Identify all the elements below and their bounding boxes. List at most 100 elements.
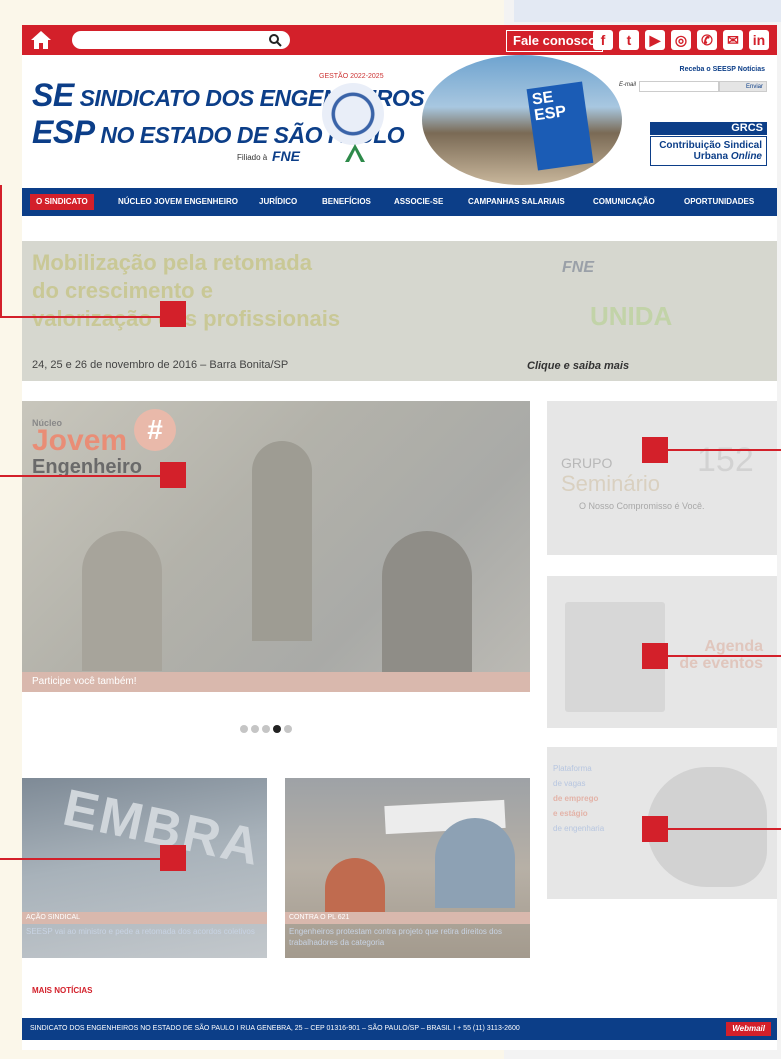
- banner-title-l1: Mobilização pela retomada: [32, 250, 312, 275]
- vagas-text: Plataforma de vagas de emprego e estágio…: [553, 761, 604, 836]
- annotation-marker: [160, 301, 186, 327]
- event-banner[interactable]: Mobilização pela retomada do crescimento…: [22, 241, 777, 381]
- webmail-button[interactable]: Webmail: [726, 1022, 771, 1036]
- send-button[interactable]: Enviar: [719, 81, 767, 92]
- page-background-right: [514, 0, 781, 22]
- grcs-line1: Contribuição Sindical: [659, 140, 762, 151]
- annotation-marker: [160, 845, 186, 871]
- vagas-l1: Plataforma: [553, 764, 592, 773]
- annotation-line: [0, 185, 2, 317]
- annotation-marker: [642, 816, 668, 842]
- logo-se: SE: [32, 77, 74, 113]
- news-image-figure: [325, 858, 385, 913]
- whatsapp-icon[interactable]: ✆: [697, 30, 717, 50]
- banner-title: Mobilização pela retomada do crescimento…: [32, 249, 340, 333]
- email-icon[interactable]: ✉: [723, 30, 743, 50]
- agenda-l2: de eventos: [679, 655, 763, 672]
- gestao-label: GESTÃO 2022-2025: [319, 73, 384, 80]
- annotation-marker: [642, 643, 668, 669]
- hero-jovem: Jovem: [32, 424, 128, 457]
- annotation-line: [0, 316, 162, 318]
- news-card[interactable]: EMBRA AÇÃO SINDICAL SEESP vai ao ministr…: [22, 778, 267, 958]
- news-headline[interactable]: Engenheiros protestam contra projeto que…: [289, 926, 524, 948]
- carousel-dot-active[interactable]: [273, 725, 281, 733]
- nav-item-associe[interactable]: ASSOCIE-SE: [394, 188, 443, 216]
- nav-item-sindicato[interactable]: O SINDICATO: [30, 194, 94, 210]
- hero-figure: [82, 531, 162, 671]
- seminario-number: 152: [697, 441, 754, 479]
- contact-button[interactable]: Fale conosco: [506, 30, 604, 52]
- cntu-logo[interactable]: [344, 143, 366, 163]
- hero-carousel[interactable]: # Núcleo Jovem Engenheiro Participe você…: [22, 401, 530, 692]
- linkedin-icon[interactable]: in: [749, 30, 769, 50]
- annotation-marker: [642, 437, 668, 463]
- footer-address: SINDICATO DOS ENGENHEIROS NO ESTADO DE S…: [30, 1025, 520, 1032]
- instagram-icon[interactable]: ◎: [671, 30, 691, 50]
- carousel-dot[interactable]: [251, 725, 259, 733]
- email-field[interactable]: [639, 81, 719, 92]
- carousel-dots: [240, 720, 295, 738]
- nav-item-campanhas[interactable]: CAMPANHAS SALARIAIS: [468, 188, 565, 216]
- seminario-label: Seminário: [561, 471, 661, 496]
- facebook-icon[interactable]: f: [593, 30, 613, 50]
- vagas-l2: de vagas: [553, 779, 586, 788]
- annotation-line: [668, 828, 781, 830]
- vagas-l3: de emprego: [553, 794, 599, 803]
- grupo-label: GRUPO: [561, 455, 613, 471]
- compromisso-label: O Nosso Compromisso é Você.: [579, 501, 705, 511]
- carousel-dot[interactable]: [262, 725, 270, 733]
- search-input[interactable]: [72, 31, 290, 49]
- grcs-line2a: Urbana: [693, 151, 729, 162]
- annotation-line: [0, 858, 162, 860]
- nucleo-jovem-logo: Núcleo Jovem Engenheiro: [32, 419, 142, 480]
- headquarters-photo: SE ESP: [422, 55, 622, 185]
- banner-date: 24, 25 e 26 de novembro de 2016 – Barra …: [32, 359, 289, 371]
- grcs-title[interactable]: GRCS: [650, 122, 767, 135]
- news-image-figure: [435, 818, 515, 908]
- news-card[interactable]: CONTRA O PL 621 Engenheiros protestam co…: [285, 778, 530, 958]
- annotation-line: [668, 449, 781, 451]
- nav-item-juridico[interactable]: JURÍDICO: [259, 188, 297, 216]
- hero-caption: Participe você também!: [22, 672, 530, 692]
- grcs-link[interactable]: Contribuição Sindical Urbana Online: [650, 136, 767, 166]
- search-icon[interactable]: [268, 33, 282, 47]
- carousel-dot[interactable]: [240, 725, 248, 733]
- banner-fne-logo: FNE: [562, 259, 594, 276]
- banner-title-l2: do crescimento e: [32, 278, 213, 303]
- news-headline[interactable]: SEESP vai ao ministro e pede a retomada …: [26, 926, 261, 937]
- nav-item-beneficios[interactable]: BENEFÍCIOS: [322, 188, 371, 216]
- banner-unida-logo: UNIDA: [590, 301, 673, 331]
- vagas-l5: de engenharia: [553, 824, 605, 833]
- youtube-icon[interactable]: ▶: [645, 30, 665, 50]
- carousel-dot[interactable]: [284, 725, 292, 733]
- building-sign: SE ESP: [526, 81, 594, 171]
- seminario-banner[interactable]: GRUPO Seminário 152 O Nosso Compromisso …: [547, 401, 777, 555]
- news-tag: AÇÃO SINDICAL: [22, 912, 267, 924]
- banner-cta[interactable]: Clique e saiba mais: [527, 360, 629, 372]
- nav-item-oportunidades[interactable]: OPORTUNIDADES: [684, 188, 754, 216]
- hero-figure: [382, 531, 472, 681]
- grcs-line2b: Online: [730, 151, 762, 162]
- hero-figure: [252, 441, 312, 641]
- banner-title-l3: valorização dos profissionais: [32, 306, 341, 331]
- top-bar: Fale conosco f t ▶ ◎ ✆ ✉ in: [22, 25, 777, 55]
- news-tag: CONTRA O PL 621: [285, 912, 530, 924]
- vagas-l4: e estágio: [553, 809, 588, 818]
- agenda-l1: Agenda: [704, 638, 763, 655]
- logo-esp: ESP: [32, 114, 95, 150]
- site-page: Fale conosco f t ▶ ◎ ✆ ✉ in SE SINDICATO…: [22, 25, 777, 1050]
- gestao-seal: [322, 83, 384, 145]
- nav-item-comunicacao[interactable]: COMUNICAÇÃO: [593, 188, 655, 216]
- annotation-marker: [160, 462, 186, 488]
- nav-item-nucleo[interactable]: NÚCLEO JOVEM ENGENHEIRO: [118, 188, 238, 216]
- footer: SINDICATO DOS ENGENHEIROS NO ESTADO DE S…: [22, 1018, 777, 1040]
- email-label: E-mail: [619, 82, 637, 88]
- fne-logo[interactable]: FNE: [272, 148, 300, 164]
- twitter-icon[interactable]: t: [619, 30, 639, 50]
- home-icon[interactable]: [30, 30, 52, 50]
- annotation-line: [0, 475, 162, 477]
- main-nav: O SINDICATO NÚCLEO JOVEM ENGENHEIRO JURÍ…: [22, 188, 777, 216]
- more-news-link[interactable]: MAIS NOTÍCIAS: [32, 986, 92, 995]
- newsletter-title: Receba o SEESP Notícias: [679, 66, 765, 73]
- annotation-line: [668, 655, 781, 657]
